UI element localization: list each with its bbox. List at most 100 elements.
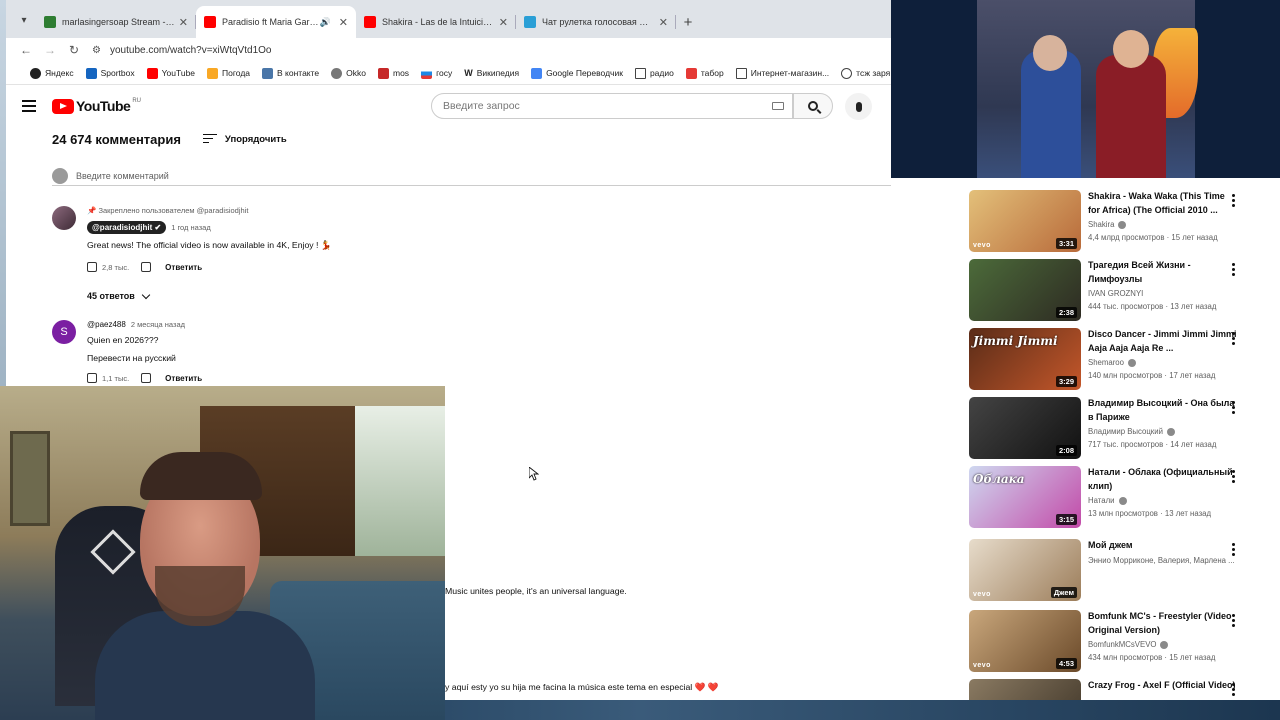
bookmark-item[interactable]: радио [634, 67, 674, 79]
avatar[interactable]: S [52, 320, 76, 344]
new-tab-plus-icon[interactable]: + [676, 6, 700, 38]
search-input[interactable]: Введите запрос [431, 93, 793, 119]
more-options-icon[interactable] [1232, 263, 1235, 278]
voice-search-button[interactable] [845, 93, 872, 120]
bookmark-item[interactable]: W Википедия [464, 68, 519, 79]
replies-toggle-button[interactable]: 45 ответов [87, 290, 151, 301]
recommendation-title[interactable]: Трагедия Всей Жизни - Лимфоузлы [1088, 259, 1238, 286]
recommendation-channel[interactable]: Натали [1088, 496, 1238, 505]
tab-search-chevron-icon[interactable]: ▾ [12, 6, 36, 34]
speaker-icon[interactable]: 🔊 [320, 17, 331, 28]
translate-link[interactable]: Перевести на русский [87, 353, 887, 363]
tab-0[interactable]: marlasingersoap Stream - Watc ✕ [36, 6, 196, 38]
more-options-icon[interactable] [1232, 194, 1235, 209]
dislike-icon[interactable] [141, 373, 152, 383]
comment-time[interactable]: 2 месяца назад [131, 320, 185, 329]
comment-author[interactable]: @paradisiodjhit ✔ [87, 221, 167, 234]
tab-close-icon[interactable]: ✕ [339, 16, 348, 29]
recommendation-channel[interactable]: Shakira [1088, 220, 1238, 229]
channel-name: Эннио Морриконе, Валерия, Марлена ... [1088, 555, 1235, 565]
address-bar[interactable]: ⚙ youtube.com/watch?v=xiWtqVtd1Oo [92, 39, 832, 61]
recommendation-title[interactable]: Мой джем [1088, 539, 1238, 553]
tab-2[interactable]: Shakira - Las de la Intuición (Of ✕ [356, 6, 516, 38]
bookmark-label: Google Переводчик [546, 68, 623, 78]
tab-3[interactable]: Чат рулетка голосовая — Nek ✕ [516, 6, 676, 38]
recommendation-title[interactable]: Shakira - Waka Waka (This Time for Afric… [1088, 190, 1238, 217]
bookmark-item[interactable]: госу [421, 67, 452, 79]
more-options-icon[interactable] [1232, 470, 1235, 485]
video-thumbnail[interactable]: 2:38 [969, 259, 1081, 321]
video-thumbnail[interactable]: Джем vevo [969, 539, 1081, 601]
bookmark-item[interactable]: Интернет-магазин... [735, 67, 829, 79]
recommendation-item[interactable]: 4:53 vevo Bomfunk MC's - Freestyler (Video… [969, 610, 1269, 674]
video-thumbnail[interactable]: Jimmi Jimmi 3:29 [969, 328, 1081, 390]
video-thumbnail[interactable]: 4:53 vevo [969, 610, 1081, 672]
thumbnail-caption: Облака [973, 472, 1025, 486]
tab-close-icon[interactable]: ✕ [179, 16, 188, 29]
reply-button[interactable]: Ответить [165, 263, 202, 272]
bookmark-item[interactable]: Google Переводчик [531, 67, 623, 79]
menu-icon[interactable] [22, 100, 36, 115]
add-comment-field[interactable]: Введите комментарий [52, 166, 891, 186]
bookmark-item[interactable]: Погода [207, 67, 250, 79]
keyboard-icon[interactable] [772, 102, 784, 110]
reply-button[interactable]: Ответить [165, 374, 202, 383]
recommendation-stats: 13 млн просмотров · 13 лет назад [1088, 509, 1212, 518]
comment-author[interactable]: @paez488 [87, 320, 126, 329]
forward-arrow-icon[interactable]: → [38, 43, 62, 57]
reload-icon[interactable]: ↻ [62, 43, 86, 57]
comment-time[interactable]: 1 год назад [171, 223, 211, 232]
recommendation-item[interactable]: 2:38 Трагедия Всей Жизни - Лимфоузлы IVAN … [969, 259, 1269, 323]
dislike-icon[interactable] [141, 262, 152, 272]
recommendation-channel[interactable]: BomfunkMCsVEVO [1088, 640, 1238, 649]
search-button[interactable] [793, 93, 833, 119]
back-arrow-icon[interactable]: ← [14, 43, 38, 57]
more-options-icon[interactable] [1232, 332, 1235, 347]
tab-close-icon[interactable]: ✕ [499, 16, 508, 29]
recommendation-title[interactable]: Владимир Высоцкий - Она была в Париже [1088, 397, 1238, 424]
bookmark-item[interactable]: Яндекс [30, 67, 74, 79]
author-handle: @paradisiodjhit [92, 223, 153, 232]
bookmark-item[interactable]: табор [685, 67, 724, 79]
recommendation-item[interactable]: Jimmi Jimmi 3:29 Disco Dancer - Jimmi Jimm… [969, 328, 1269, 392]
recommendation-channel[interactable]: IVAN GROZNYI [1088, 289, 1238, 298]
bookmark-item[interactable]: тсж заря [841, 67, 890, 79]
recommendation-channel[interactable]: Shemaroo [1088, 358, 1238, 367]
more-options-icon[interactable] [1232, 401, 1235, 416]
video-thumbnail[interactable] [969, 679, 1081, 700]
tab-close-icon[interactable]: ✕ [659, 16, 668, 29]
recommendation-channel[interactable]: Владимир Высоцкий [1088, 427, 1238, 436]
video-preview[interactable] [891, 0, 1280, 178]
more-options-icon[interactable] [1232, 683, 1235, 698]
more-options-icon[interactable] [1232, 543, 1235, 558]
bookmark-item[interactable]: В контакте [262, 67, 319, 79]
site-info-icon[interactable]: ⚙ [92, 45, 104, 56]
recommendation-item[interactable]: 2:08 Владимир Высоцкий - Она была в Париж… [969, 397, 1269, 461]
recommendation-item[interactable]: Облака 3:15 Натали - Облака (Официальный к… [969, 466, 1269, 530]
video-thumbnail[interactable]: Облака 3:15 [969, 466, 1081, 528]
sort-button[interactable]: Упорядочить [202, 133, 287, 146]
video-thumbnail[interactable]: 2:08 [969, 397, 1081, 459]
recommendation-item[interactable]: Crazy Frog - Axel F (Official Video) [969, 679, 1269, 700]
bookmark-item[interactable]: Okko [331, 67, 366, 79]
bookmark-item[interactable]: mos [378, 67, 409, 79]
tab-1[interactable]: Paradisio ft Maria Garcia & 🔊 ✕ [196, 6, 356, 38]
recommendation-title[interactable]: Disco Dancer - Jimmi Jimmi Jimmi Aaja Aa… [1088, 328, 1238, 355]
bookmark-item[interactable]: YouTube [146, 67, 195, 79]
recommendation-item[interactable]: 3:31 vevo Shakira - Waka Waka (This Time f… [969, 190, 1269, 254]
like-icon[interactable] [87, 373, 97, 383]
recommendation-item[interactable]: Джем vevo Мой джем Эннио Морриконе, Валерия… [969, 539, 1269, 603]
comment-text: Music unites people, it's an universal l… [445, 586, 627, 596]
more-options-icon[interactable] [1232, 614, 1235, 629]
recommendation-title[interactable]: Crazy Frog - Axel F (Official Video) [1088, 679, 1238, 693]
comment-body: 📌 Закреплено пользователем @paradisiodjh… [87, 206, 887, 272]
youtube-wordmark: YouTube [76, 98, 131, 114]
recommendation-title[interactable]: Bomfunk MC's - Freestyler (Video Origina… [1088, 610, 1238, 637]
like-icon[interactable] [87, 262, 97, 272]
video-thumbnail[interactable]: 3:31 vevo [969, 190, 1081, 252]
recommendation-channel[interactable]: Эннио Морриконе, Валерия, Марлена ... [1088, 556, 1238, 565]
youtube-logo[interactable]: YouTube RU [52, 98, 141, 114]
bookmark-item[interactable]: Sportbox [85, 67, 135, 79]
avatar[interactable] [52, 206, 76, 230]
recommendation-title[interactable]: Натали - Облака (Официальный клип) [1088, 466, 1238, 493]
